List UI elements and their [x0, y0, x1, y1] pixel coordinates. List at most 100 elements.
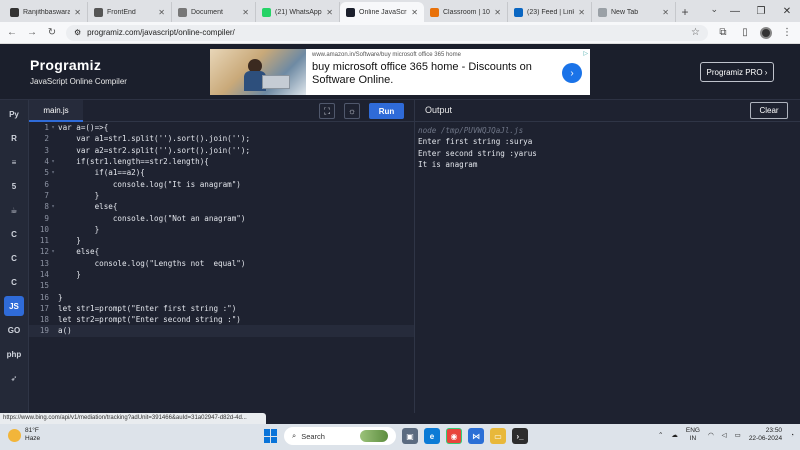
- task-view-icon[interactable]: ▣: [402, 428, 418, 444]
- tab-close-icon[interactable]: ✕: [74, 8, 81, 17]
- bookmark-star-icon[interactable]: ☆: [691, 27, 700, 38]
- code-text[interactable]: console.log("Lengths not equal"): [57, 259, 414, 268]
- code-line[interactable]: 2 var a1=str1.split('').sort().join('');: [29, 133, 414, 144]
- code-line[interactable]: 12 ▾ else{: [29, 246, 414, 257]
- code-line[interactable]: 19 a(): [29, 325, 414, 337]
- language-sql-icon[interactable]: ≡: [4, 152, 24, 172]
- code-line[interactable]: 1 ▾ var a=()=>{: [29, 122, 414, 133]
- code-text[interactable]: var a=()=>{: [57, 123, 414, 132]
- browser-tab[interactable]: (23) Feed | Linke ✕: [508, 2, 592, 22]
- notifications-icon[interactable]: ◔: [790, 432, 794, 439]
- language-php-icon[interactable]: php: [4, 344, 24, 364]
- ad-banner[interactable]: www.amazon.in/Software/buy microsoft off…: [210, 49, 590, 95]
- back-icon[interactable]: ←: [6, 27, 18, 38]
- close-window-icon[interactable]: ✕: [774, 0, 800, 22]
- code-text[interactable]: console.log("Not an anagram"): [57, 214, 414, 223]
- code-line[interactable]: 6 console.log("It is anagram"): [29, 178, 414, 189]
- volume-icon[interactable]: ◁: [722, 431, 727, 439]
- code-text[interactable]: var a2=str2.split('').sort().join('');: [57, 146, 414, 155]
- code-line[interactable]: 9 console.log("Not an anagram"): [29, 212, 414, 223]
- language-swift-icon[interactable]: ➶: [4, 368, 24, 388]
- language-python-icon[interactable]: Py: [4, 104, 24, 124]
- weather-widget[interactable]: 81°F Haze: [8, 427, 40, 443]
- browser-tab[interactable]: FrontEnd ✕: [88, 2, 172, 22]
- language-html-icon[interactable]: 5: [4, 176, 24, 196]
- code-text[interactable]: if(a1==a2){: [57, 168, 414, 177]
- code-line[interactable]: 11 }: [29, 235, 414, 246]
- edge-icon[interactable]: e: [424, 428, 440, 444]
- start-windows-icon[interactable]: [264, 429, 278, 443]
- tab-search-icon[interactable]: ⌄: [710, 4, 718, 15]
- terminal-icon[interactable]: ›_: [512, 428, 528, 444]
- clock[interactable]: 23:50 22-06-2024: [749, 427, 782, 443]
- tab-close-icon[interactable]: ✕: [158, 8, 165, 17]
- code-line[interactable]: 8 ▾ else{: [29, 201, 414, 212]
- language-c-icon[interactable]: C: [4, 224, 24, 244]
- code-text[interactable]: var a1=str1.split('').sort().join('');: [57, 134, 414, 143]
- code-text[interactable]: console.log("It is anagram"): [57, 180, 414, 189]
- clear-button[interactable]: Clear: [750, 102, 788, 119]
- chrome-icon[interactable]: ◉: [446, 428, 462, 444]
- code-line[interactable]: 14 }: [29, 269, 414, 280]
- language-csharp-icon[interactable]: C: [4, 272, 24, 292]
- battery-icon[interactable]: ▭: [735, 431, 741, 439]
- fullscreen-icon[interactable]: ⛶: [319, 103, 335, 119]
- code-text[interactable]: }: [57, 236, 414, 245]
- url-field[interactable]: ⚙ programiz.com/javascript/online-compil…: [66, 24, 708, 41]
- tray-app-icon[interactable]: ☁: [671, 431, 678, 439]
- extensions-icon[interactable]: ⧉: [716, 27, 730, 38]
- code-text[interactable]: let str1=prompt("Enter first string :"): [57, 304, 414, 313]
- browser-tab[interactable]: Document ✕: [172, 2, 256, 22]
- code-text[interactable]: a(): [57, 326, 414, 335]
- language-cpp-icon[interactable]: C: [4, 248, 24, 268]
- code-text[interactable]: else{: [57, 247, 414, 256]
- fold-marker-icon[interactable]: ▾: [49, 248, 57, 255]
- code-line[interactable]: 10 }: [29, 224, 414, 235]
- reload-icon[interactable]: ↻: [46, 27, 58, 38]
- menu-icon[interactable]: ⋮: [780, 27, 794, 38]
- code-text[interactable]: if(str1.length==str2.length){: [57, 157, 414, 166]
- fold-marker-icon[interactable]: ▾: [49, 124, 57, 131]
- tab-close-icon[interactable]: ✕: [411, 8, 418, 17]
- code-line[interactable]: 16}: [29, 291, 414, 302]
- file-explorer-icon[interactable]: ▭: [490, 428, 506, 444]
- code-line[interactable]: 17 let str1=prompt("Enter first string :"…: [29, 303, 414, 314]
- code-line[interactable]: 7 }: [29, 190, 414, 201]
- tab-close-icon[interactable]: ✕: [242, 8, 249, 17]
- browser-tab[interactable]: Online JavaScript ✕: [340, 2, 424, 22]
- language-java-icon[interactable]: ☕: [4, 200, 24, 220]
- minimize-icon[interactable]: —: [722, 0, 748, 22]
- programiz-pro-button[interactable]: Programiz PRO ›: [700, 62, 774, 82]
- code-text[interactable]: }: [57, 270, 414, 279]
- code-text[interactable]: let str2=prompt("Enter second string :"): [57, 315, 414, 324]
- sidebar-icon[interactable]: ▯: [738, 27, 752, 38]
- code-line[interactable]: 4 ▾ if(str1.length==str2.length){: [29, 156, 414, 167]
- tab-close-icon[interactable]: ✕: [494, 8, 501, 17]
- tab-close-icon[interactable]: ✕: [662, 8, 669, 17]
- code-text[interactable]: }: [57, 191, 414, 200]
- browser-tab[interactable]: (21) WhatsApp ✕: [256, 2, 340, 22]
- language-r-icon[interactable]: R: [4, 128, 24, 148]
- run-button[interactable]: Run: [369, 103, 404, 119]
- code-line[interactable]: 5 ▾ if(a1==a2){: [29, 167, 414, 178]
- programiz-logo[interactable]: Programiz: [30, 57, 101, 73]
- fold-marker-icon[interactable]: ▾: [49, 169, 57, 176]
- code-editor[interactable]: 1 ▾ var a=()=>{2 var a1=str1.split('').sor…: [29, 122, 414, 413]
- code-line[interactable]: 3 var a2=str2.split('').sort().join('');: [29, 145, 414, 156]
- theme-toggle-icon[interactable]: ☼: [344, 103, 360, 119]
- language-go-icon[interactable]: GO: [4, 320, 24, 340]
- output-console[interactable]: node /tmp/PUVWQJQaJl.js Enter first strin…: [414, 122, 800, 413]
- forward-icon[interactable]: →: [26, 27, 38, 38]
- browser-tab[interactable]: New Tab ✕: [592, 2, 676, 22]
- site-info-icon[interactable]: ⚙: [74, 28, 81, 37]
- new-tab-button[interactable]: +: [676, 2, 694, 22]
- tab-close-icon[interactable]: ✕: [578, 8, 585, 17]
- fold-marker-icon[interactable]: ▾: [49, 158, 57, 165]
- wifi-icon[interactable]: ◠: [708, 431, 714, 439]
- taskbar-search[interactable]: ⌕ Search: [284, 427, 396, 445]
- code-line[interactable]: 15: [29, 280, 414, 291]
- code-line[interactable]: 18 let str2=prompt("Enter second string :…: [29, 314, 414, 325]
- language-indicator[interactable]: ENG IN: [686, 427, 700, 443]
- tray-chevron-icon[interactable]: ⌃: [658, 431, 663, 439]
- profile-avatar[interactable]: [760, 26, 772, 39]
